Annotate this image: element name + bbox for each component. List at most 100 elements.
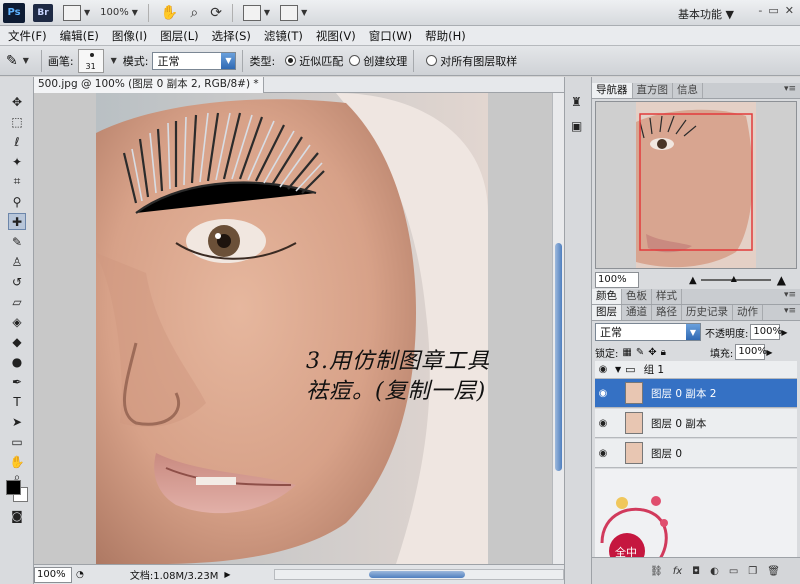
blur-tool-icon[interactable]: ◆ [8,333,26,350]
new-layer-icon[interactable]: ❐ [748,566,757,577]
scroll-thumb[interactable] [555,243,562,471]
lasso-tool-icon[interactable]: ℓ [8,133,26,150]
tab-color[interactable]: 颜色 [592,289,622,304]
tab-info[interactable]: 信息 [673,83,703,98]
layer-row[interactable]: ◉ 图层 0 [595,439,797,468]
tab-history[interactable]: 历史记录 [682,305,733,320]
hand-tool-icon[interactable]: ✋ [161,5,178,21]
marquee-tool-icon[interactable]: ⬚ [8,113,26,130]
minimize-button[interactable]: - [758,4,762,17]
brush-tool-icon[interactable]: ✎ [8,233,26,250]
lock-all-icon[interactable]: 🔒︎ [661,347,666,358]
vertical-scrollbar[interactable] [552,93,564,564]
layer-row[interactable]: ◉ 图层 0 副本 [595,409,797,438]
restore-button[interactable]: ▭ [768,4,778,17]
layer-group-row[interactable]: ◉ ▼ ▭ 组 1 [595,361,797,379]
zoom-out-icon[interactable]: ▲ [689,275,697,286]
arrange-documents-icon[interactable] [242,4,261,21]
quick-mask-icon[interactable]: ◙ [8,507,26,524]
zoom-field[interactable]: 100% [34,566,72,583]
mode-select[interactable]: 正常 ▼ [152,51,237,70]
chevron-down-icon[interactable]: ▼ [132,8,138,17]
bridge-launch-button[interactable]: Br [33,3,53,22]
menu-view[interactable]: 视图(V) [316,28,356,44]
healing-brush-tool-icon[interactable]: ✚ [8,213,26,230]
foreground-color-swatch[interactable] [6,480,21,495]
zoom-level-menu[interactable]: 100% [100,7,129,18]
menu-file[interactable]: 文件(F) [8,28,47,44]
status-info-icon[interactable]: ◔ [76,570,84,580]
paint-bucket-tool-icon[interactable]: ◈ [8,313,26,330]
view-extras-icon[interactable] [63,4,81,21]
zoom-in-icon[interactable]: ▲ [777,273,786,287]
brush-picker[interactable]: 31 [77,48,104,73]
eye-icon[interactable]: ◉ [595,418,611,429]
spot-healing-brush-icon[interactable]: ✎ [6,53,18,69]
clone-stamp-tool-icon[interactable]: ♙ [8,253,26,270]
menu-edit[interactable]: 编辑(E) [60,28,99,44]
horizontal-scrollbar[interactable] [274,569,564,580]
scroll-thumb[interactable] [369,571,465,578]
menu-filter[interactable]: 滤镜(T) [264,28,303,44]
panel-menu-icon[interactable]: ▾≡ [784,306,796,316]
menu-select[interactable]: 选择(S) [212,28,251,44]
magic-wand-tool-icon[interactable]: ✦ [8,153,26,170]
workspace-switcher[interactable]: 基本功能 ▼ [678,6,734,22]
menu-layer[interactable]: 图层(L) [160,28,198,44]
path-selection-tool-icon[interactable]: ➤ [8,413,26,430]
pen-tool-icon[interactable]: ✒ [8,373,26,390]
blend-mode-select[interactable]: 正常 ▼ [595,323,701,341]
history-brush-tool-icon[interactable]: ↺ [8,273,26,290]
clone-source-icon[interactable]: ♜ [571,95,586,110]
hand-tool-icon[interactable]: ✋ [8,453,26,470]
lock-position-icon[interactable]: ✥ [648,347,656,358]
eyedropper-tool-icon[interactable]: ⚲ [8,193,26,210]
chevron-down-icon[interactable]: ▼ [264,8,270,17]
dodge-tool-icon[interactable]: ● [8,353,26,370]
menu-image[interactable]: 图像(I) [112,28,147,44]
fill-slider-arrow[interactable]: ▶ [766,348,772,357]
eye-icon[interactable]: ◉ [595,364,611,375]
type-texture-radio[interactable]: 创建纹理 [349,53,407,69]
tab-navigator[interactable]: 导航器 [592,83,633,98]
document-tab[interactable]: 500.jpg @ 100% (图层 0 副本 2, RGB/8#) * × [34,77,264,105]
navigator-zoom-field[interactable]: 100% [595,272,639,288]
tab-swatches[interactable]: 色板 [622,289,652,304]
move-tool-icon[interactable]: ✥ [8,93,26,110]
adjustment-layer-icon[interactable]: ◐ [710,566,719,577]
fx-icon[interactable]: fx [673,566,682,577]
fill-field[interactable]: 100% [735,344,767,360]
layer-row[interactable]: ◉ 图层 0 副本 2 [595,379,797,408]
screen-mode-icon[interactable] [280,4,299,21]
chevron-down-icon[interactable]: ▼ [111,56,117,65]
tab-channels[interactable]: 通道 [622,305,652,320]
crop-tool-icon[interactable]: ⌗ [8,173,26,190]
rotate-view-icon[interactable]: ⟳ [210,5,222,21]
add-mask-icon[interactable]: ◘ [692,566,700,577]
zoom-slider[interactable]: ▲ [700,274,771,283]
new-group-icon[interactable]: ▭ [729,566,738,577]
eye-icon[interactable]: ◉ [595,448,611,459]
menu-window[interactable]: 窗口(W) [369,28,412,44]
tab-histogram[interactable]: 直方图 [633,83,673,98]
sample-all-layers-checkbox[interactable]: 对所有图层取样 [426,53,517,69]
tab-actions[interactable]: 动作 [733,305,763,320]
tab-styles[interactable]: 样式 [652,289,682,304]
panel-menu-icon[interactable]: ▾≡ [784,84,796,94]
menu-help[interactable]: 帮助(H) [425,28,466,44]
tab-layers[interactable]: 图层 [592,305,622,320]
panel-menu-icon[interactable]: ▾≡ [784,290,796,300]
zoom-tool-icon[interactable]: ⌕ [190,5,198,21]
type-tool-icon[interactable]: T [8,393,26,410]
delete-layer-icon[interactable]: 🗑︎ [767,566,780,577]
lock-pixels-icon[interactable]: ✎ [636,347,644,358]
eraser-tool-icon[interactable]: ▱ [8,293,26,310]
tool-presets-icon[interactable]: ▣ [571,119,586,134]
link-layers-icon[interactable]: ⛓︎ [650,566,663,577]
tool-preset-picker[interactable]: ▼ [23,56,29,65]
opacity-slider-arrow[interactable]: ▶ [781,328,787,337]
opacity-field[interactable]: 100% [750,324,782,340]
lock-transparent-icon[interactable]: ▦ [622,347,631,358]
close-button[interactable]: ✕ [785,4,794,17]
document-canvas[interactable]: 3.用仿制图章工具 祛痘。(复制一层) [34,93,552,564]
